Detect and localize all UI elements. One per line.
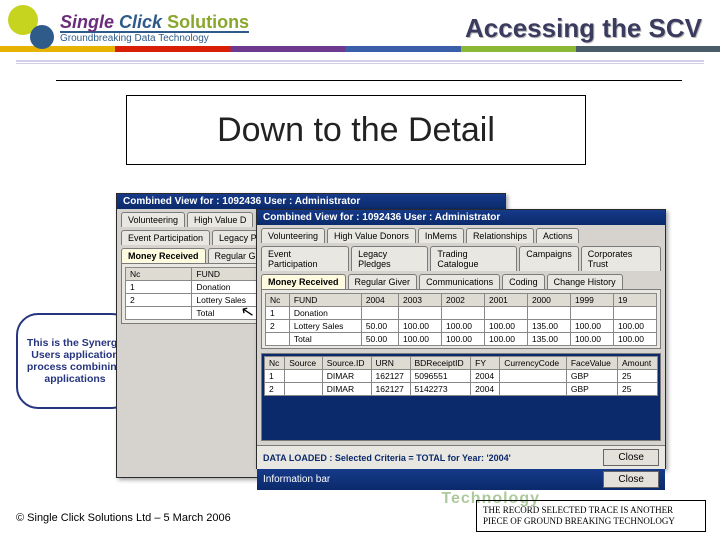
detail-table: Nc Source Source.ID URN BDReceiptID FY C… (264, 356, 658, 396)
tab-money-received[interactable]: Money Received (121, 248, 206, 263)
col-amount[interactable]: Amount (617, 357, 657, 370)
col-fund[interactable]: FUND (289, 294, 361, 307)
close-button[interactable]: Close (603, 449, 659, 466)
table-row[interactable]: 1 Donation (266, 307, 657, 320)
slide-header: Single Click Solutions Groundbreaking Da… (0, 0, 720, 58)
summary-table: Nc FUND 2004 2003 2002 2001 2000 1999 19… (265, 293, 657, 346)
tab-high-value[interactable]: High Value D (187, 212, 253, 227)
detail-panel: Nc Source Source.ID URN BDReceiptID FY C… (261, 353, 661, 441)
slide-section-title: Down to the Detail (126, 95, 586, 165)
tab-event-participation[interactable]: Event Participation (121, 230, 210, 245)
col-2000[interactable]: 2000 (527, 294, 570, 307)
brand-tagline: Groundbreaking Data Technology (60, 31, 249, 44)
col-2002[interactable]: 2002 (442, 294, 485, 307)
col-2004[interactable]: 2004 (361, 294, 398, 307)
tab-relationships[interactable]: Relationships (466, 228, 534, 243)
col-currency[interactable]: CurrencyCode (500, 357, 567, 370)
tab-high-value-donors[interactable]: High Value Donors (327, 228, 416, 243)
table-row[interactable]: 2 Lottery Sales 50.00 100.00 100.00 100.… (266, 320, 657, 333)
tab-actions[interactable]: Actions (536, 228, 580, 243)
tab-event-participation[interactable]: Event Participation (261, 246, 349, 271)
page-title: Accessing the SCV (465, 13, 702, 44)
col-19xx[interactable]: 19 (613, 294, 656, 307)
brand-word-2: Click (119, 12, 162, 32)
col-source[interactable]: Source (285, 357, 322, 370)
col-facevalue[interactable]: FaceValue (566, 357, 617, 370)
header-divider (16, 60, 704, 62)
tab-money-received[interactable]: Money Received (261, 274, 346, 289)
close-button[interactable]: Close (603, 471, 659, 488)
col-nc[interactable]: Nc (265, 357, 285, 370)
info-bar: Information bar Close (257, 469, 665, 490)
slide-body: Down to the Detail This is the Synergy U… (56, 80, 682, 480)
table-row[interactable]: 1 DIMAR 162127 5096551 2004 GBP 25 (265, 370, 658, 383)
tab-regular-giver[interactable]: Regular Giver (348, 274, 418, 289)
col-fy[interactable]: FY (471, 357, 500, 370)
brand-word-1: Single (60, 12, 114, 32)
status-text: DATA LOADED : Selected Criteria = TOTAL … (263, 453, 511, 463)
col-2001[interactable]: 2001 (484, 294, 527, 307)
corner-annotation: THE RECORD SELECTED TRACE IS ANOTHER PIE… (476, 500, 706, 532)
tab-coding[interactable]: Coding (502, 274, 545, 289)
col-1999[interactable]: 1999 (570, 294, 613, 307)
tab-corporates-trust[interactable]: Corporates Trust (581, 246, 661, 271)
table-row[interactable]: 2 DIMAR 162127 5142273 2004 GBP 25 (265, 383, 658, 396)
col-bdreceiptid[interactable]: BDReceiptID (410, 357, 471, 370)
tab-inmems[interactable]: InMems (418, 228, 464, 243)
col-nc[interactable]: Nc (126, 268, 192, 281)
status-bar: DATA LOADED : Selected Criteria = TOTAL … (257, 445, 665, 469)
tab-volunteering[interactable]: Volunteering (261, 228, 325, 243)
window-titlebar[interactable]: Combined View for : 1092436 User : Admin… (117, 194, 505, 209)
col-2003[interactable]: 2003 (399, 294, 442, 307)
logo-mark-icon (8, 5, 54, 51)
tab-communications[interactable]: Communications (419, 274, 500, 289)
table-row-total[interactable]: Total 50.00 100.00 100.00 100.00 135.00 … (266, 333, 657, 346)
col-urn[interactable]: URN (371, 357, 410, 370)
window-title: Combined View for : 1092436 User : Admin… (123, 196, 360, 207)
tab-volunteering[interactable]: Volunteering (121, 212, 185, 227)
col-sourceid[interactable]: Source.ID (322, 357, 371, 370)
tab-legacy-pledges[interactable]: Legacy Pledges (351, 246, 428, 271)
tab-change-history[interactable]: Change History (547, 274, 623, 289)
col-nc[interactable]: Nc (266, 294, 290, 307)
summary-panel: Nc FUND 2004 2003 2002 2001 2000 1999 19… (261, 289, 661, 349)
combined-view-window-front: Combined View for : 1092436 User : Admin… (256, 209, 666, 469)
window-title: Combined View for : 1092436 User : Admin… (263, 212, 500, 223)
window-titlebar[interactable]: Combined View for : 1092436 User : Admin… (257, 210, 665, 225)
brand-word-3: Solutions (167, 12, 249, 32)
info-bar-label: Information bar (263, 474, 330, 485)
tab-campaigns[interactable]: Campaigns (519, 246, 579, 271)
tab-trading-catalogue[interactable]: Trading Catalogue (430, 246, 517, 271)
company-logo: Single Click Solutions Groundbreaking Da… (8, 5, 249, 51)
copyright-footer: © Single Click Solutions Ltd – 5 March 2… (16, 512, 231, 524)
